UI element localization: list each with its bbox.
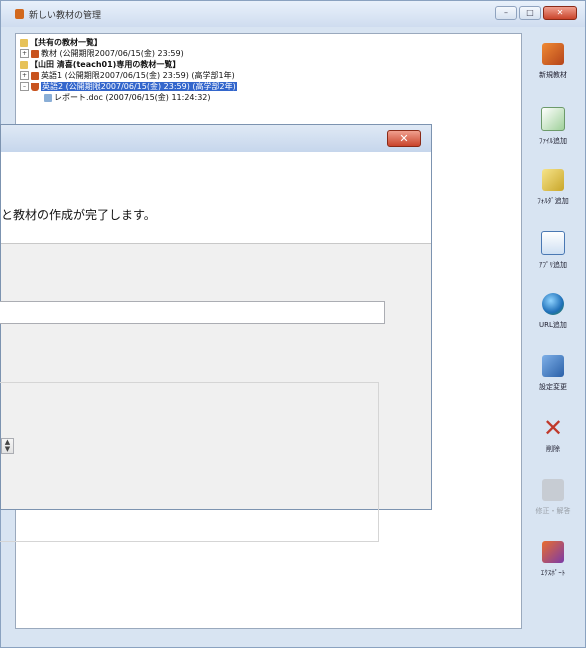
name-input[interactable] [0, 301, 385, 324]
add-app-button[interactable]: ｱﾌﾟﾘ追加 [525, 229, 581, 289]
tool-label: ﾌｧｲﾙ追加 [539, 137, 567, 145]
export-button[interactable]: ｴｸｽﾎﾟｰﾄ [525, 539, 581, 599]
window-title: 新しい教材の管理 [29, 11, 102, 21]
tree-node-label: 英語2 (公開期限2007/06/15(金) 23:59) (高学部2年) [41, 82, 237, 91]
tree-node-english1[interactable]: + 英語1 (公開期限2007/06/15(金) 23:59) (高学部1年) [20, 70, 235, 81]
minimize-button[interactable]: – [495, 6, 517, 20]
folder-icon [20, 60, 28, 69]
tree-node-label: 教材 (公開期限2007/06/15(金) 23:59) [41, 49, 184, 58]
tool-label: 新規教材 [539, 71, 567, 79]
add-url-button[interactable]: URL追加 [525, 291, 581, 351]
new-material-icon [542, 43, 564, 65]
expand-icon[interactable]: + [20, 71, 29, 80]
maximize-button[interactable]: □ [519, 6, 541, 20]
settings-icon [542, 355, 564, 377]
shirt-icon [542, 479, 564, 501]
wizard-dialog: ✕ と教材の作成が完了します。 ▲ ▼ [0, 124, 432, 542]
spinner-control[interactable]: ▲ ▼ [1, 438, 14, 454]
new-material-button[interactable]: 新規教材 [525, 41, 581, 101]
tool-label: 設定変更 [539, 383, 567, 391]
open-book-icon [31, 82, 39, 91]
add-folder-button[interactable]: ﾌｫﾙﾀﾞ追加 [525, 167, 581, 227]
tool-label: 修正・解答 [535, 507, 571, 515]
add-file-button[interactable]: ﾌｧｲﾙ追加 [525, 105, 581, 165]
export-icon [542, 541, 564, 563]
options-group [0, 382, 379, 542]
tree-node-label: 【山田 清喜(teach01)専用の教材一覧】 [30, 60, 181, 69]
settings-button[interactable]: 設定変更 [525, 353, 581, 413]
tool-label: ｱﾌﾟﾘ追加 [539, 261, 567, 269]
tree-node-label: 英語1 (公開期限2007/06/15(金) 23:59) (高学部1年) [41, 71, 235, 80]
dialog-header: と教材の作成が完了します。 [1, 152, 431, 244]
delete-icon: ✕ [542, 414, 564, 442]
tree-node-english2[interactable]: – 英語2 (公開期限2007/06/15(金) 23:59) (高学部2年) [20, 81, 237, 92]
dialog-close-button[interactable]: ✕ [387, 130, 421, 147]
tool-label: ｴｸｽﾎﾟｰﾄ [540, 569, 566, 577]
dialog-message: と教材の作成が完了します。 [1, 208, 156, 222]
tree-node-shared-item[interactable]: + 教材 (公開期限2007/06/15(金) 23:59) [20, 48, 184, 59]
tree-node-report-doc[interactable]: レポート.doc (2007/06/15(金) 11:24:32) [44, 92, 211, 103]
close-button[interactable]: ✕ [543, 6, 577, 20]
add-app-icon [541, 231, 565, 255]
document-icon [44, 93, 52, 102]
title-bar[interactable]: 新しい教材の管理 – □ ✕ [1, 1, 585, 27]
tool-label: ﾌｫﾙﾀﾞ追加 [537, 197, 569, 205]
book-icon [31, 71, 39, 80]
tree-node-shared-header[interactable]: 【共有の教材一覧】 [20, 37, 102, 48]
window-controls: – □ ✕ [495, 6, 577, 20]
delete-button[interactable]: ✕ 削除 [525, 415, 581, 475]
folder-icon [20, 38, 28, 47]
app-icon [15, 9, 24, 19]
toolbar: 新規教材 ﾌｧｲﾙ追加 ﾌｫﾙﾀﾞ追加 ｱﾌﾟﾘ追加 URL追加 設定変更 ✕ … [525, 33, 581, 629]
expand-icon[interactable]: + [20, 49, 29, 58]
globe-icon [542, 293, 564, 315]
collapse-icon[interactable]: – [20, 82, 29, 91]
tree-node-label: レポート.doc (2007/06/15(金) 11:24:32) [54, 93, 211, 102]
add-folder-icon [542, 169, 564, 191]
tool-label: 削除 [546, 445, 560, 453]
tree-node-label: 【共有の教材一覧】 [30, 38, 102, 47]
dialog-title-bar[interactable]: ✕ [1, 125, 431, 152]
add-file-icon [541, 107, 565, 131]
tool-label: URL追加 [539, 321, 567, 329]
edit-button[interactable]: 修正・解答 [525, 477, 581, 537]
tree-node-private-header[interactable]: 【山田 清喜(teach01)専用の教材一覧】 [20, 59, 180, 70]
book-icon [31, 49, 39, 58]
